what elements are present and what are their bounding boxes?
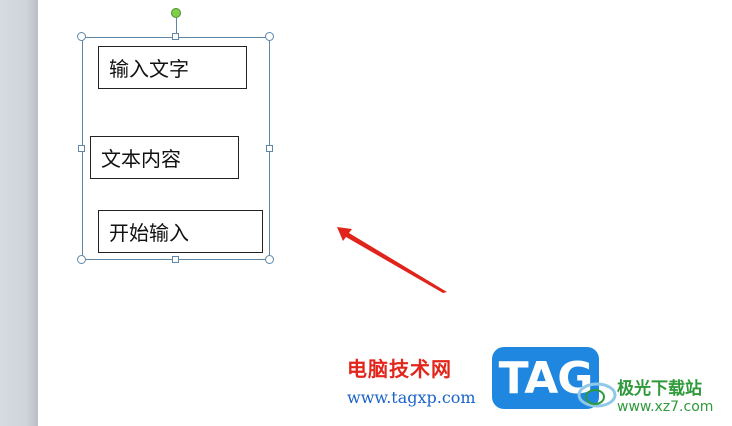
text-box-1-text: 输入文字 bbox=[109, 57, 189, 81]
resize-handle-top-left[interactable] bbox=[77, 32, 86, 41]
red-pointer-arrow-icon bbox=[337, 227, 447, 293]
text-box-1[interactable]: 输入文字 bbox=[98, 46, 247, 89]
resize-handle-bottom-right[interactable] bbox=[265, 255, 274, 264]
resize-handle-bottom[interactable] bbox=[172, 256, 179, 263]
watermark-url: www.tagxp.com bbox=[347, 388, 476, 407]
resize-handle-bottom-left[interactable] bbox=[77, 255, 86, 264]
text-box-2[interactable]: 文本内容 bbox=[90, 136, 239, 179]
resize-handle-top-right[interactable] bbox=[265, 32, 274, 41]
resize-handle-top[interactable] bbox=[172, 33, 179, 40]
slide-pane-gutter bbox=[0, 0, 38, 426]
watermark-title: 电脑技术网 bbox=[347, 357, 452, 381]
resize-handle-left[interactable] bbox=[78, 145, 85, 152]
watermark-site-name: 极光下载站 bbox=[617, 379, 702, 399]
watermark-site-url: www.xz7.com bbox=[617, 399, 714, 415]
text-box-3-text: 开始输入 bbox=[109, 221, 189, 245]
aurora-logo-icon bbox=[577, 382, 617, 408]
text-box-3[interactable]: 开始输入 bbox=[98, 210, 263, 253]
resize-handle-right[interactable] bbox=[266, 145, 273, 152]
rotate-handle[interactable] bbox=[171, 8, 181, 18]
text-box-2-text: 文本内容 bbox=[101, 147, 181, 171]
